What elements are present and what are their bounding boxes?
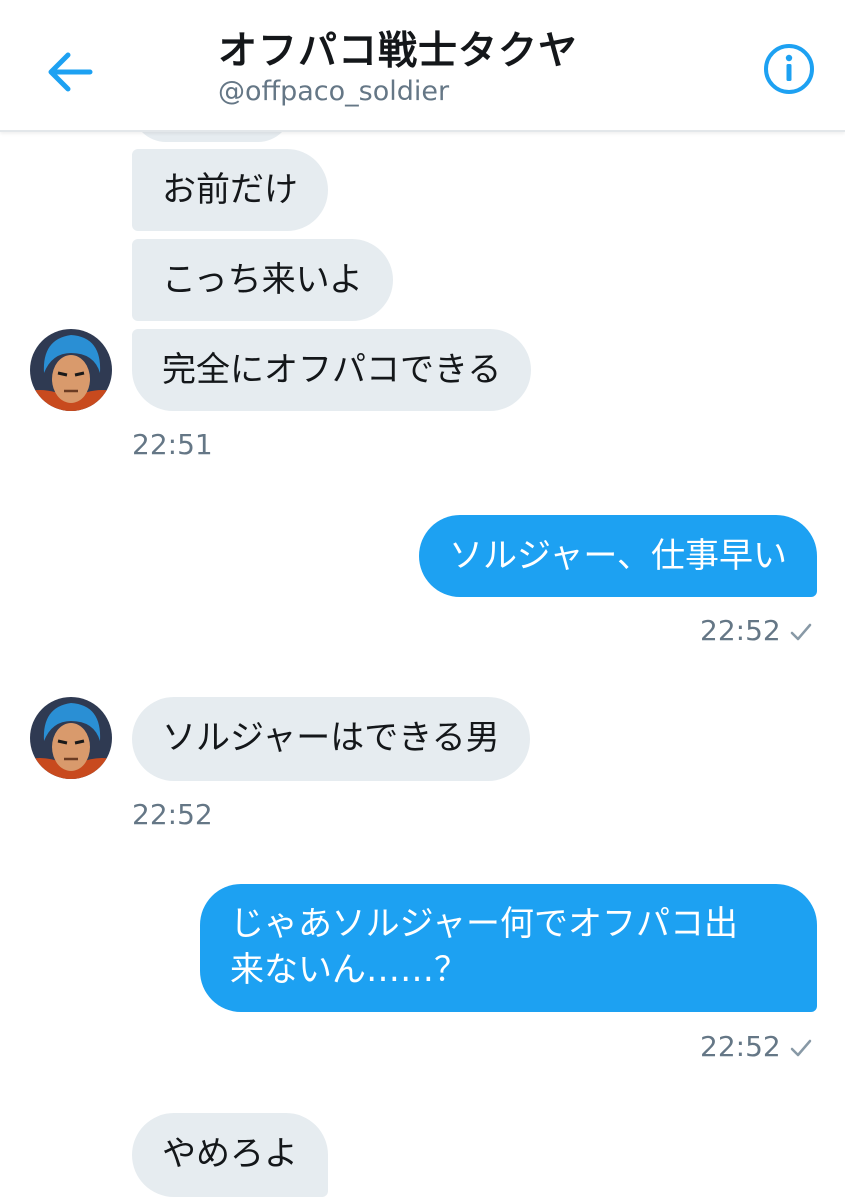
sent-check-icon	[790, 623, 812, 641]
avatar[interactable]	[30, 697, 112, 779]
message-text: ソルジャーはできる男	[162, 718, 500, 758]
sent-check-icon	[790, 1039, 812, 1057]
message-text-line: 来ないん……？	[230, 950, 468, 990]
message-text: 完全にオフパコできる	[162, 350, 502, 390]
message-text: ソルジャー、仕事早い	[449, 536, 787, 576]
incoming-message[interactable]: やめろよ	[132, 1113, 328, 1197]
avatar[interactable]	[30, 329, 112, 411]
incoming-message[interactable]: 完全にオフパコできる	[132, 329, 532, 411]
info-icon[interactable]	[762, 42, 816, 96]
incoming-message[interactable]: お前だけ	[132, 149, 328, 231]
incoming-message[interactable]: こっち来いよ	[132, 239, 393, 321]
outgoing-message[interactable]: じゃあソルジャー何でオフパコ出 来ないん……？	[200, 884, 817, 1012]
message-timestamp: 22:52	[700, 614, 781, 647]
arrow-left-icon[interactable]	[40, 42, 100, 102]
message-text-line: じゃあソルジャー何でオフパコ出	[230, 904, 738, 944]
message-text: お前だけ	[162, 170, 298, 210]
message-timestamp: 22:52	[132, 798, 213, 831]
conversation-handle[interactable]: @offpaco_soldier	[218, 76, 449, 107]
outgoing-message[interactable]: ソルジャー、仕事早い	[419, 515, 817, 597]
message-text: こっち来いよ	[162, 260, 363, 300]
conversation-title[interactable]: オフパコ戦士タクヤ	[218, 20, 578, 76]
message-timestamp: 22:51	[132, 428, 213, 461]
conversation-header: オフパコ戦士タクヤ @offpaco_soldier	[0, 0, 845, 132]
incoming-message[interactable]: ソルジャーはできる男	[132, 697, 530, 781]
message-timestamp: 22:52	[700, 1030, 781, 1063]
message-text: やめろよ	[162, 1134, 298, 1174]
